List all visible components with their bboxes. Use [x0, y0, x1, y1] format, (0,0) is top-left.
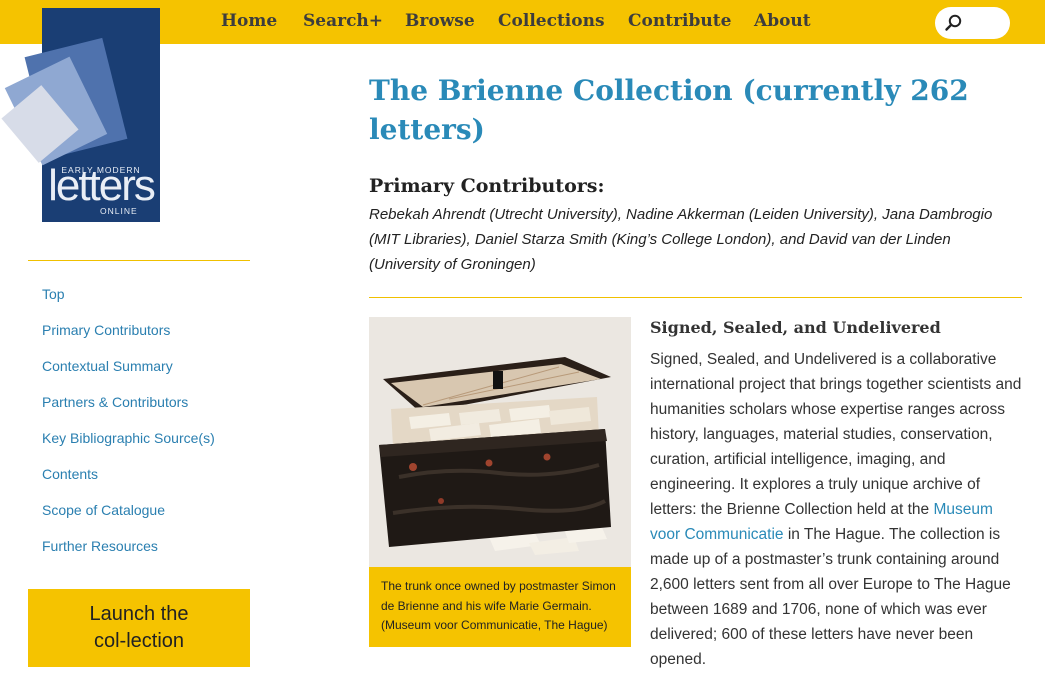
nav-contribute[interactable]: Contribute — [628, 11, 731, 31]
sidebar-link-further-resources[interactable]: Further Resources — [42, 538, 158, 554]
article-text-part-1: Signed, Sealed, and Undelivered is a col… — [650, 351, 1022, 518]
site-logo[interactable]: EARLY MODERN letters ONLINE — [0, 0, 165, 225]
sidebar-link-top[interactable]: Top — [42, 286, 65, 302]
search-input[interactable] — [935, 7, 1010, 39]
article-heading: Signed, Sealed, and Undelivered — [650, 318, 941, 337]
sidebar-link-primary-contributors[interactable]: Primary Contributors — [42, 322, 170, 338]
nav-collections[interactable]: Collections — [498, 11, 605, 31]
logo-text-letters: letters — [48, 161, 156, 210]
logo-text-online: ONLINE — [100, 206, 138, 216]
sidebar-link-contextual-summary[interactable]: Contextual Summary — [42, 358, 173, 374]
article-text-part-2: in The Hague. The collection is made up … — [650, 526, 1011, 668]
nav-home[interactable]: Home — [221, 11, 277, 31]
main-divider — [369, 297, 1022, 298]
sidebar-link-scope-of-catalogue[interactable]: Scope of Catalogue — [42, 502, 165, 518]
sidebar-link-contents[interactable]: Contents — [42, 466, 98, 482]
nav-about[interactable]: About — [754, 11, 811, 31]
nav-search-plus[interactable]: Search+ — [303, 11, 383, 31]
trunk-photo — [369, 317, 631, 567]
sidebar-link-key-bibliographic-sources[interactable]: Key Bibliographic Source(s) — [42, 430, 215, 446]
primary-contributors-heading: Primary Contributors: — [369, 175, 605, 197]
article-paragraph: Signed, Sealed, and Undelivered is a col… — [650, 347, 1022, 672]
sidebar-link-partners-contributors[interactable]: Partners & Contributors — [42, 394, 188, 410]
photo-caption: The trunk once owned by postmaster Simon… — [369, 567, 631, 647]
page-title: The Brienne Collection (currently 262 le… — [369, 74, 969, 146]
launch-collection-button[interactable]: Launch the col-lection — [28, 589, 250, 667]
nav-browse[interactable]: Browse — [405, 11, 475, 31]
search-icon[interactable] — [944, 13, 964, 33]
sidebar-divider — [28, 260, 250, 261]
primary-contributors-text: Rebekah Ahrendt (Utrecht University), Na… — [369, 206, 993, 273]
